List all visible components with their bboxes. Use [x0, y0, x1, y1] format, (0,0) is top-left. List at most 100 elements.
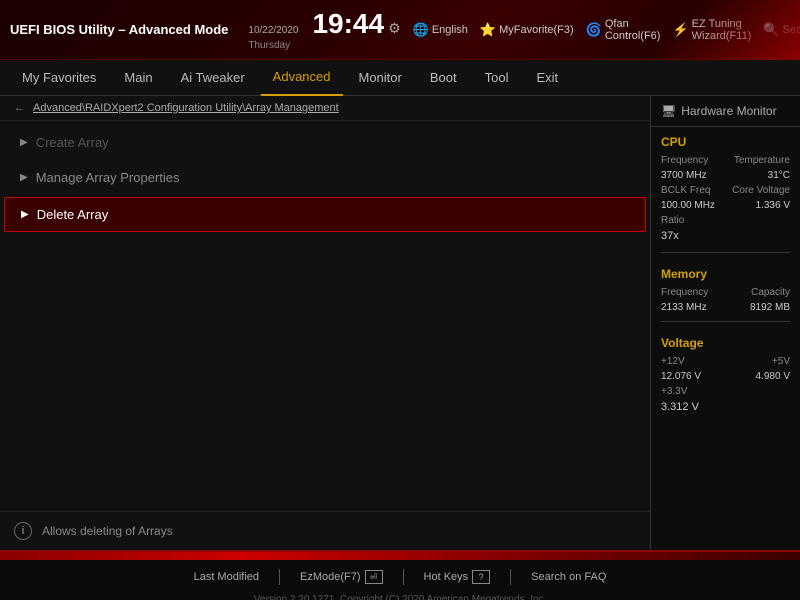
cpu-memory-divider	[661, 252, 790, 253]
hw-ratio-label-row: Ratio	[651, 213, 800, 228]
hw-bclk-row-values: 100.00 MHz 1.336 V	[651, 198, 800, 213]
volt-12v-value: 12.076 V	[661, 371, 701, 382]
bclk-freq-label: BCLK Freq	[661, 185, 710, 196]
monitor-icon: 🖥	[661, 104, 676, 118]
tuning-icon: ⚡	[672, 22, 688, 38]
nav-sep-1	[279, 569, 280, 585]
settings-gear-icon[interactable]: ⚙	[388, 20, 401, 37]
qfan-control-button[interactable]: 🌀 Qfan Control(F6)	[586, 18, 661, 42]
date-label: 10/22/2020	[248, 25, 298, 36]
back-arrow-icon[interactable]: ←	[14, 102, 25, 114]
hw-bclk-row-labels: BCLK Freq Core Voltage	[651, 183, 800, 198]
hw-mem-values-row: 2133 MHz 8192 MB	[651, 300, 800, 315]
delete-array-label: Delete Array	[37, 207, 109, 222]
breadcrumb-path[interactable]: Advanced\RAIDXpert2 Configuration Utilit…	[33, 102, 339, 114]
nav-tool[interactable]: Tool	[473, 60, 521, 96]
hw-cpu-freq-row: Frequency Temperature	[651, 153, 800, 168]
language-selector[interactable]: 🌐 English	[413, 22, 468, 38]
search-faq-label: Search on FAQ	[531, 571, 606, 583]
ratio-value: 37x	[651, 228, 800, 246]
fan-icon: 🌀	[586, 22, 602, 38]
breadcrumb: ← Advanced\RAIDXpert2 Configuration Util…	[0, 96, 650, 121]
globe-icon: 🌐	[413, 22, 429, 38]
bios-title: UEFI BIOS Utility – Advanced Mode	[10, 22, 228, 37]
copyright-text: Version 2.20.1271. Copyright (C) 2020 Am…	[0, 594, 800, 600]
core-voltage-value: 1.336 V	[756, 200, 790, 211]
hot-keys-button[interactable]: Hot Keys ?	[424, 570, 491, 584]
cpu-freq-value: 3700 MHz	[661, 170, 707, 181]
nav-monitor[interactable]: Monitor	[347, 60, 414, 96]
menu-list: ▶ Create Array ▶ Manage Array Properties…	[0, 121, 650, 511]
hw-mem-labels-row: Frequency Capacity	[651, 285, 800, 300]
menu-item-manage-array[interactable]: ▶ Manage Array Properties	[0, 160, 650, 195]
hardware-monitor-panel: 🖥 Hardware Monitor CPU Frequency Tempera…	[650, 96, 800, 550]
day-label: Thursday	[248, 40, 400, 51]
mem-freq-value: 2133 MHz	[661, 302, 707, 313]
ez-tuning-button[interactable]: ⚡ EZ Tuning Wizard(F11)	[672, 18, 751, 42]
ez-mode-icon: ⏎	[365, 570, 383, 584]
core-voltage-label: Core Voltage	[732, 185, 790, 196]
search-faq-button[interactable]: Search on FAQ	[531, 571, 606, 583]
search-button[interactable]: 🔍 Search(F9)	[763, 22, 800, 38]
search-icon: 🔍	[763, 22, 779, 38]
menu-item-delete-array[interactable]: ▶ Delete Array	[4, 197, 646, 232]
memory-voltage-divider	[661, 321, 790, 322]
language-label: English	[432, 24, 468, 36]
volt-5v-value: 4.980 V	[756, 371, 790, 382]
hw-volt-33v-label-row: +3.3V	[651, 384, 800, 399]
mem-freq-label: Frequency	[661, 287, 708, 298]
cpu-temp-value: 31°C	[768, 170, 790, 181]
ratio-label: Ratio	[661, 215, 684, 226]
nav-boot[interactable]: Boot	[418, 60, 469, 96]
hw-monitor-label: Hardware Monitor	[681, 104, 776, 118]
hw-cpu-freq-val-row: 3700 MHz 31°C	[651, 168, 800, 183]
bottom-nav: Last Modified EzMode(F7) ⏎ Hot Keys ? Se…	[0, 562, 800, 592]
bclk-freq-value: 100.00 MHz	[661, 200, 715, 211]
hw-cpu-section: CPU	[651, 127, 800, 153]
search-label: Search(F9)	[783, 24, 800, 36]
last-modified-button[interactable]: Last Modified	[194, 571, 259, 583]
volt-12v-label: +12V	[661, 356, 685, 367]
datetime-block: 10/22/2020 19:44 ⚙ Thursday	[248, 8, 400, 51]
info-text: Allows deleting of Arrays	[42, 524, 173, 538]
nav-advanced[interactable]: Advanced	[261, 60, 343, 96]
main-layout: ← Advanced\RAIDXpert2 Configuration Util…	[0, 96, 800, 550]
mem-capacity-label: Capacity	[751, 287, 790, 298]
nav-exit[interactable]: Exit	[524, 60, 570, 96]
arrow-icon-create: ▶	[20, 137, 28, 148]
ez-mode-button[interactable]: EzMode(F7) ⏎	[300, 570, 383, 584]
last-modified-label: Last Modified	[194, 571, 259, 583]
arrow-icon-manage: ▶	[20, 172, 28, 183]
nav-my-favorites[interactable]: My Favorites	[10, 60, 108, 96]
cpu-freq-label: Frequency	[661, 155, 708, 166]
nav-ai-tweaker[interactable]: Ai Tweaker	[169, 60, 257, 96]
navbar: My Favorites Main Ai Tweaker Advanced Mo…	[0, 60, 800, 96]
info-bar: i Allows deleting of Arrays	[0, 511, 650, 550]
cpu-temp-label: Temperature	[734, 155, 790, 166]
hw-memory-section: Memory	[651, 259, 800, 285]
ez-mode-label: EzMode(F7)	[300, 571, 361, 583]
arrow-icon-delete: ▶	[21, 209, 29, 220]
volt-5v-label: +5V	[772, 356, 790, 367]
ez-tuning-label: EZ Tuning Wizard(F11)	[692, 18, 752, 42]
time-display: 19:44	[312, 8, 384, 40]
mem-capacity-value: 8192 MB	[750, 302, 790, 313]
hot-keys-label: Hot Keys	[424, 571, 469, 583]
info-icon: i	[14, 522, 32, 540]
hw-panel-title: 🖥 Hardware Monitor	[651, 96, 800, 127]
bottom-deco	[0, 552, 800, 560]
nav-main[interactable]: Main	[112, 60, 164, 96]
header: ROG UEFI BIOS Utility – Advanced Mode 10…	[0, 0, 800, 60]
nav-sep-2	[403, 569, 404, 585]
star-icon: ⭐	[480, 22, 496, 38]
qfan-label: Qfan Control(F6)	[605, 18, 661, 42]
hw-voltage-section: Voltage	[651, 328, 800, 354]
hw-volt-12v-5v-values: 12.076 V 4.980 V	[651, 369, 800, 384]
bottom-bar: Last Modified EzMode(F7) ⏎ Hot Keys ? Se…	[0, 550, 800, 600]
header-controls: 🌐 English ⭐ MyFavorite(F3) 🌀 Qfan Contro…	[413, 18, 800, 42]
volt-33v-value: 3.312 V	[651, 399, 800, 417]
nav-sep-3	[510, 569, 511, 585]
hw-volt-12v-5v-labels: +12V +5V	[651, 354, 800, 369]
my-favorites-button[interactable]: ⭐ MyFavorite(F3)	[480, 22, 574, 38]
manage-array-label: Manage Array Properties	[36, 170, 180, 185]
